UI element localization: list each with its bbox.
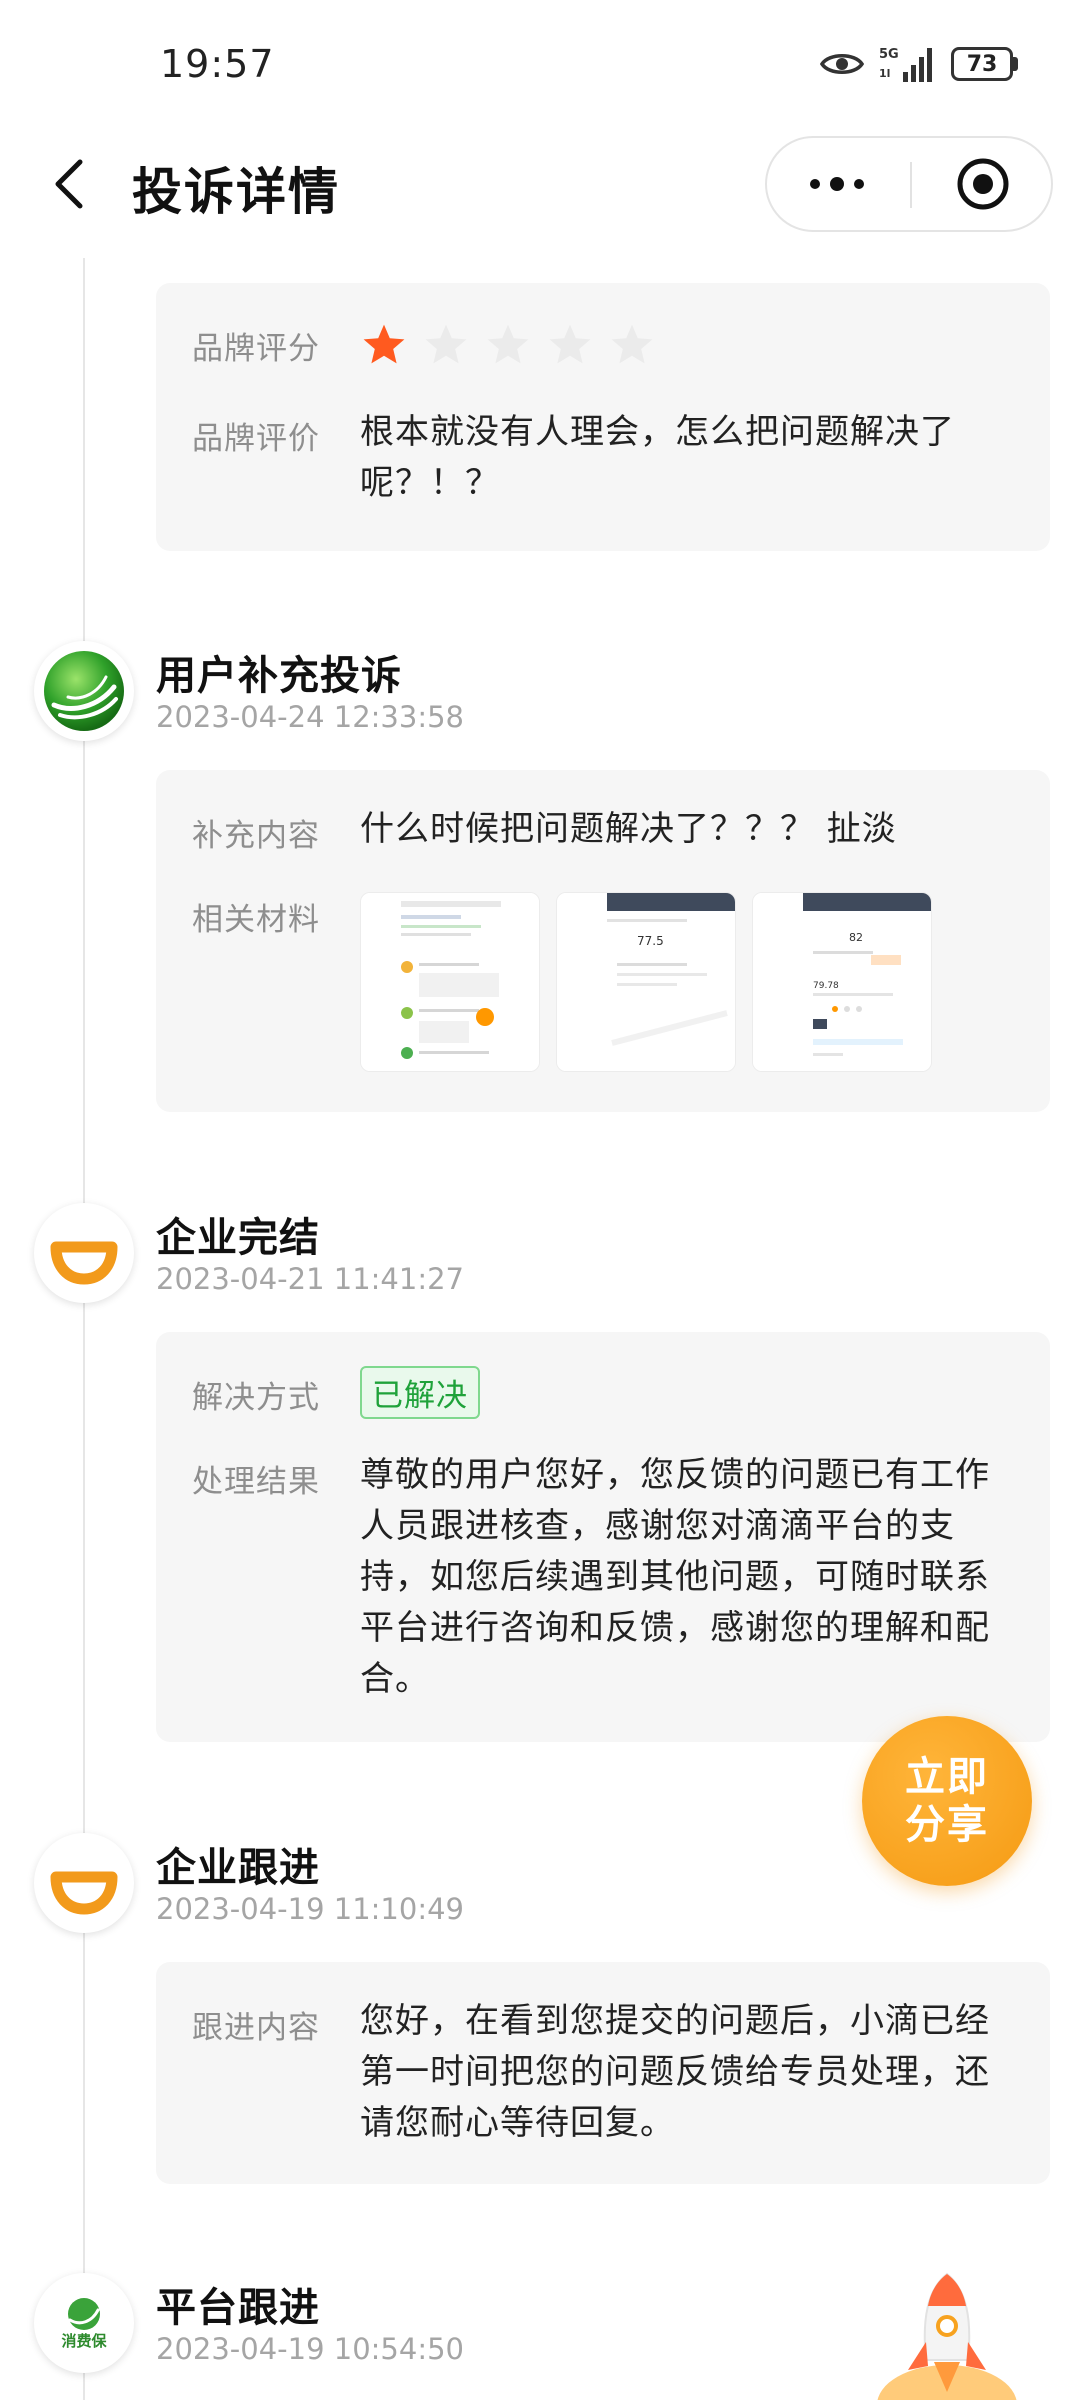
signal-icon: 5G 1l [879, 47, 932, 82]
rating-card: 品牌评分 品牌评价 根本就没有人理会，怎么把问题解决了呢？！？ [156, 283, 1050, 551]
share-label-line2: 分享 [905, 1802, 989, 1848]
network-type: 5G [879, 47, 899, 62]
resolution-result-label: 处理结果 [192, 1464, 320, 1500]
user-avatar-icon [44, 651, 124, 731]
materials-label: 相关材料 [192, 902, 320, 938]
more-dots-icon [810, 177, 864, 191]
status-icons: 5G 1l 73 [819, 44, 1018, 84]
share-label-line1: 立即 [905, 1754, 989, 1800]
resolution-result-text: 尊敬的用户您好，您反馈的问题已有工作人员跟进核查，感谢您对滴滴平台的支持，如您后… [360, 1455, 990, 1699]
battery-icon: 73 [951, 47, 1018, 81]
entry-time-enterprise-closed: 2023-04-21 11:41:27 [156, 1262, 464, 1296]
eye-icon [819, 54, 865, 74]
entry-title-enterprise-closed: 企业完结 [156, 1215, 320, 1261]
page-title: 投诉详情 [132, 163, 340, 221]
svg-text:1l: 1l [879, 67, 890, 80]
platform-avatar: 消费保 [34, 2273, 134, 2373]
star-rating [360, 321, 656, 369]
didi-avatar [34, 1203, 134, 1303]
share-now-button[interactable]: 立即 分享 [862, 1716, 1032, 1886]
followup-content-label: 跟进内容 [192, 2010, 320, 2046]
review-text: 根本就没有人理会，怎么把问题解决了呢？！？ [360, 412, 955, 503]
star-filled-icon [363, 324, 405, 364]
star-empty-icon [487, 324, 529, 364]
didi-logo-icon [50, 1871, 118, 1915]
entry-title-platform-followup: 平台跟进 [156, 2285, 320, 2331]
supplement-content-label: 补充内容 [192, 818, 320, 854]
more-button[interactable] [767, 138, 907, 230]
star-empty-icon [611, 324, 653, 364]
entry-title-enterprise-followup: 企业跟进 [156, 1845, 320, 1891]
chevron-left-icon [55, 159, 83, 209]
supplement-content: 什么时候把问题解决了？？？ 扯淡 [360, 809, 897, 849]
review-label: 品牌评价 [192, 421, 320, 457]
entry-time-platform-followup: 2023-04-19 10:54:50 [156, 2332, 464, 2366]
resolution-method-label: 解决方式 [192, 1380, 320, 1416]
timeline-line [83, 258, 85, 2400]
entry-time-user-supplement: 2023-04-24 12:33:58 [156, 700, 464, 734]
followup-content: 您好，在看到您提交的问题后，小滴已经第一时间把您的问题反馈给专员处理，还请您耐心… [360, 2001, 990, 2143]
resolution-card: 解决方式 已解决 处理结果 尊敬的用户您好，您反馈的问题已有工作人员跟进核查，感… [156, 1332, 1050, 1742]
user-avatar [34, 641, 134, 741]
entry-title-user-supplement: 用户补充投诉 [156, 653, 402, 699]
material-thumbnail-2[interactable]: 77.5 [556, 892, 736, 1072]
thumbnail-caption: 79.78 [813, 981, 839, 991]
resolved-badge: 已解决 [360, 1366, 480, 1419]
material-thumbnail-3[interactable]: 82 79.78 [752, 892, 932, 1072]
rocket-icon[interactable] [872, 2270, 1022, 2400]
status-bar: 19:57 5G 1l 73 [0, 0, 1080, 130]
screenshot-thumbnail [361, 893, 539, 1071]
material-thumbnail-1[interactable] [360, 892, 540, 1072]
followup-card: 跟进内容 您好，在看到您提交的问题后，小滴已经第一时间把您的问题反馈给专员处理，… [156, 1962, 1050, 2184]
rating-label: 品牌评分 [192, 331, 320, 367]
didi-avatar [34, 1833, 134, 1933]
platform-logo-text: 消费保 [61, 2331, 107, 2350]
battery-level: 73 [951, 47, 1013, 81]
target-icon [957, 158, 1009, 210]
star-empty-icon [425, 324, 467, 364]
close-miniprogram-button[interactable] [913, 138, 1053, 230]
consumer-protection-logo-icon [68, 2297, 100, 2330]
back-button[interactable] [40, 152, 100, 216]
screenshot-thumbnail: 82 79.78 [753, 893, 931, 1071]
screenshot-thumbnail: 77.5 [557, 893, 735, 1071]
thumbnail-score: 77.5 [637, 934, 664, 948]
supplement-card: 补充内容 什么时候把问题解决了？？？ 扯淡 相关材料 77.5 82 79.78 [156, 770, 1050, 1112]
miniprogram-capsule [765, 136, 1053, 232]
thumbnail-score: 82 [849, 931, 863, 944]
didi-logo-icon [50, 1241, 118, 1285]
star-empty-icon [549, 324, 591, 364]
nav-bar: 投诉详情 [0, 130, 1080, 240]
status-time: 19:57 [160, 42, 275, 86]
entry-time-enterprise-followup: 2023-04-19 11:10:49 [156, 1892, 464, 1926]
